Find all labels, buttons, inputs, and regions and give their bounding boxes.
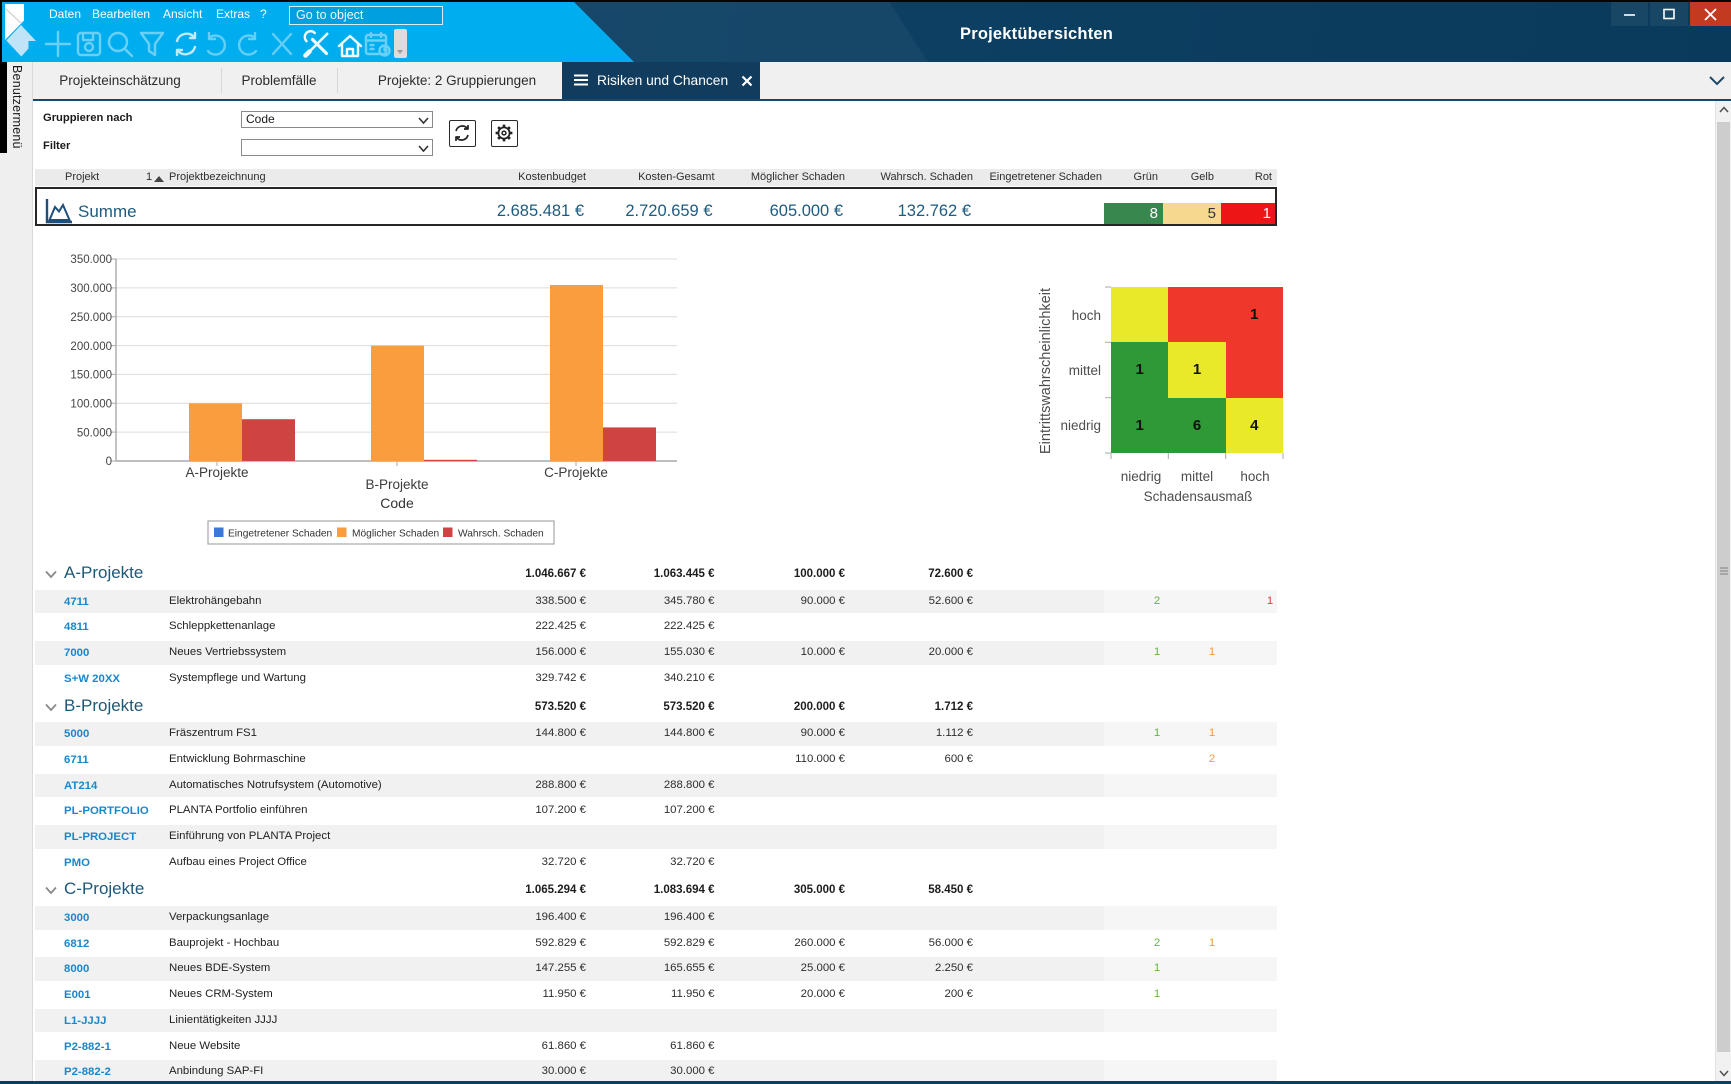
svg-text:50.000: 50.000 xyxy=(77,427,112,439)
svg-text:Möglicher Schaden: Möglicher Schaden xyxy=(352,529,439,540)
svg-text:300.000: 300.000 xyxy=(70,283,112,295)
svg-text:Wahrsch. Schaden: Wahrsch. Schaden xyxy=(458,529,544,540)
svg-text:250.000: 250.000 xyxy=(70,312,112,324)
svg-text:B-Projekte: B-Projekte xyxy=(365,477,428,492)
svg-text:Code: Code xyxy=(380,495,414,511)
svg-text:350.000: 350.000 xyxy=(70,254,112,266)
svg-text:C-Projekte: C-Projekte xyxy=(544,465,608,480)
svg-text:150.000: 150.000 xyxy=(70,370,112,382)
svg-text:200.000: 200.000 xyxy=(70,341,112,353)
svg-text:Eingetretener Schaden: Eingetretener Schaden xyxy=(228,529,332,540)
svg-text:0: 0 xyxy=(106,456,112,468)
svg-text:100.000: 100.000 xyxy=(70,399,112,411)
svg-text:A-Projekte: A-Projekte xyxy=(185,465,248,480)
